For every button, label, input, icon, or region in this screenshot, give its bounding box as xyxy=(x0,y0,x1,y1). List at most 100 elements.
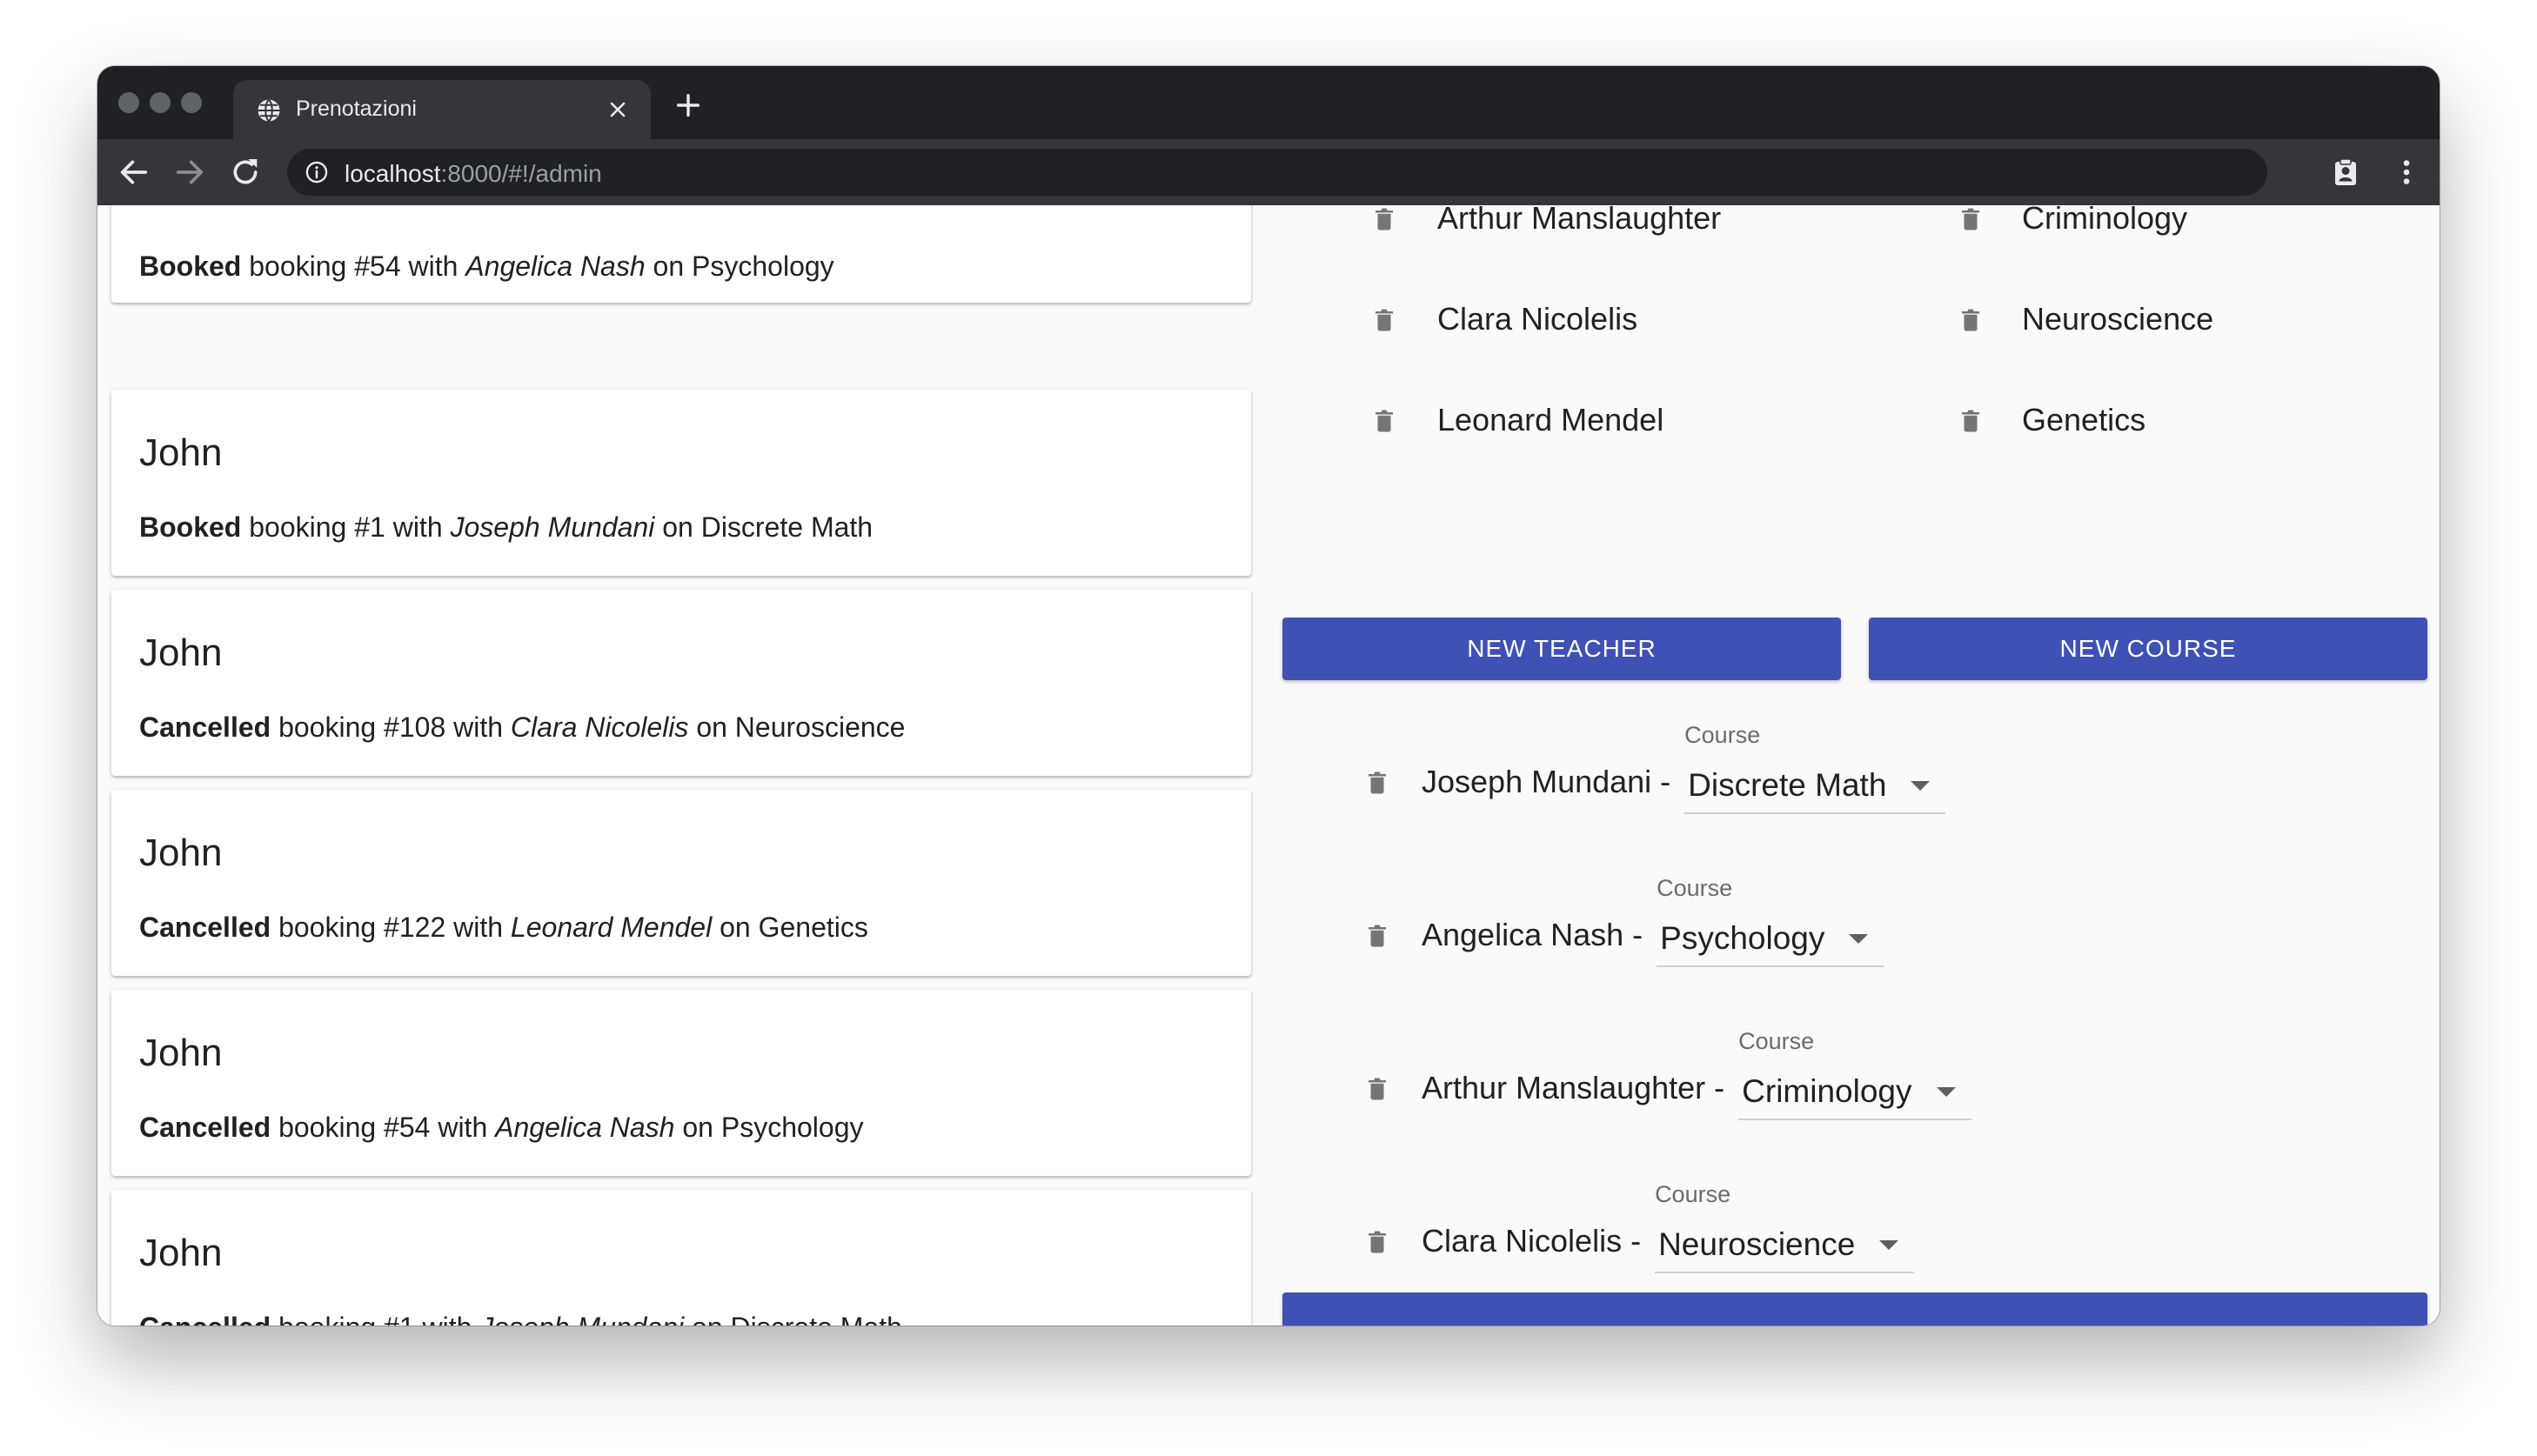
booking-teacher: Joseph Mundani xyxy=(479,1312,684,1326)
course-select-value: Discrete Math xyxy=(1688,767,1887,803)
card-booking-line: Booked booking #1 with Joseph Mundani on… xyxy=(139,511,873,544)
delete-teacher-trash-icon[interactable] xyxy=(1371,304,1397,336)
booking-teacher: Angelica Nash xyxy=(495,1112,675,1143)
url-text: localhost:8000/#!/admin xyxy=(345,160,602,188)
site-info-icon[interactable] xyxy=(305,160,329,184)
booking-teacher: Angelica Nash xyxy=(465,250,646,282)
booking-card: John Cancelled booking #122 with Leonard… xyxy=(111,790,1251,976)
booking-course: Psychology xyxy=(692,250,834,282)
reload-icon[interactable] xyxy=(228,155,263,190)
assignment-teacher-name: Arthur Manslaughter - xyxy=(1422,1070,1725,1105)
confirm-button[interactable]: CONFIRM xyxy=(1282,1292,2427,1326)
delete-course-trash-icon[interactable] xyxy=(1958,304,1984,336)
browser-tab-active[interactable]: Prenotazioni xyxy=(233,80,651,139)
booking-on-text: on xyxy=(645,250,693,282)
delete-teacher-trash-icon[interactable] xyxy=(1371,405,1397,437)
card-booking-line: Cancelled booking #1 with Joseph Mundani… xyxy=(139,1312,902,1326)
delete-assignment-trash-icon[interactable] xyxy=(1364,1073,1390,1105)
url-host: localhost xyxy=(345,160,441,187)
delete-assignment-trash-icon[interactable] xyxy=(1364,920,1390,952)
delete-teacher-trash-icon[interactable] xyxy=(1371,205,1397,235)
booking-course: Discrete Math xyxy=(731,1312,902,1326)
booking-text: booking #1 with xyxy=(271,1312,479,1326)
course-select-label: Course xyxy=(1657,875,1733,901)
new-tab-icon[interactable] xyxy=(673,90,703,120)
teacher-list-item: Leonard Mendel xyxy=(1437,402,1664,437)
delete-assignment-trash-icon[interactable] xyxy=(1364,767,1390,798)
course-select-field[interactable]: Discrete Math xyxy=(1684,767,1946,814)
course-select-field[interactable]: Criminology xyxy=(1738,1073,1971,1120)
booking-teacher: Joseph Mundani xyxy=(450,511,655,543)
booking-status: Booked xyxy=(139,250,242,282)
assignment-teacher-name: Angelica Nash - xyxy=(1422,917,1643,952)
card-user-name: John xyxy=(139,431,223,474)
card-booking-line: Cancelled booking #108 with Clara Nicole… xyxy=(139,711,905,744)
booking-course: Discrete Math xyxy=(700,511,874,543)
assignment-teacher-name: Clara Nicolelis - xyxy=(1422,1223,1642,1259)
course-select[interactable]: Course Criminology xyxy=(1738,1028,1971,1120)
teacher-list-item: Arthur Manslaughter xyxy=(1437,205,1722,236)
window-zoom-dot[interactable] xyxy=(181,92,202,113)
booking-on-text: on xyxy=(674,1112,721,1143)
booking-text: booking #108 with xyxy=(271,711,511,743)
assignment-row: Arthur Manslaughter - Course Criminology xyxy=(1309,1028,2353,1127)
new-course-button[interactable]: NEW COURSE xyxy=(1869,618,2427,680)
assignment-row: Joseph Mundani - Course Discrete Math xyxy=(1309,722,2353,821)
booking-status: Cancelled xyxy=(139,711,271,743)
tab-title: Prenotazioni xyxy=(296,97,417,121)
window-minimize-dot[interactable] xyxy=(150,92,171,113)
dropdown-arrow-icon[interactable] xyxy=(1911,780,1931,791)
course-select[interactable]: Course Neuroscience xyxy=(1655,1181,1915,1273)
delete-assignment-trash-icon[interactable] xyxy=(1364,1226,1390,1258)
course-select-label: Course xyxy=(1684,722,1761,748)
booking-card: John Cancelled booking #1 with Joseph Mu… xyxy=(111,1190,1251,1326)
booking-course: Neuroscience xyxy=(734,711,906,743)
booking-status: Cancelled xyxy=(139,1112,271,1143)
window-close-dot[interactable] xyxy=(118,92,139,113)
close-tab-icon[interactable] xyxy=(606,97,630,122)
course-select-label: Course xyxy=(1738,1028,1815,1054)
new-teacher-button[interactable]: NEW TEACHER xyxy=(1282,618,1841,680)
course-select-value: Psychology xyxy=(1660,920,1825,956)
booking-teacher: Leonard Mendel xyxy=(510,912,713,943)
forward-arrow-icon[interactable] xyxy=(172,155,207,190)
booking-status: Cancelled xyxy=(139,1312,271,1326)
course-list-item: Criminology xyxy=(2022,205,2188,236)
more-vert-icon[interactable] xyxy=(2391,157,2422,188)
course-select-field[interactable]: Neuroscience xyxy=(1655,1226,1915,1273)
browser-window: Prenotazioni localhost:8000/#!/admin Boo… xyxy=(97,66,2440,1326)
assignment-content: Angelica Nash - Course Psychology xyxy=(1422,875,1884,967)
card-user-name: John xyxy=(139,631,223,674)
card-booking-line: Booked booking #54 with Angelica Nash on… xyxy=(139,250,834,283)
tab-bar: Prenotazioni xyxy=(97,66,2440,139)
course-select-label: Course xyxy=(1655,1181,1731,1207)
booking-text: booking #122 with xyxy=(271,912,511,943)
clipboard-badge-icon[interactable] xyxy=(2330,157,2361,188)
booking-on-text: on xyxy=(712,912,759,943)
address-bar[interactable]: localhost:8000/#!/admin xyxy=(287,149,2267,196)
back-arrow-icon[interactable] xyxy=(117,155,151,190)
booking-course: Psychology xyxy=(720,1112,864,1143)
booking-teacher: Clara Nicolelis xyxy=(510,711,689,743)
dropdown-arrow-icon[interactable] xyxy=(1879,1239,1899,1250)
dropdown-arrow-icon[interactable] xyxy=(1936,1086,1956,1097)
delete-course-trash-icon[interactable] xyxy=(1958,405,1984,437)
course-select[interactable]: Course Discrete Math xyxy=(1684,722,1946,814)
delete-course-trash-icon[interactable] xyxy=(1958,205,1984,235)
assignment-content: Arthur Manslaughter - Course Criminology xyxy=(1422,1028,1971,1120)
card-user-name: John xyxy=(139,205,222,214)
booking-card: John Booked booking #1 with Joseph Munda… xyxy=(111,390,1251,576)
admin-page: John Booked booking #54 with Angelica Na… xyxy=(97,205,2440,1326)
booking-on-text: on xyxy=(654,511,701,543)
course-select[interactable]: Course Psychology xyxy=(1657,875,1884,967)
dropdown-arrow-icon[interactable] xyxy=(1849,933,1869,944)
booking-card: John Booked booking #54 with Angelica Na… xyxy=(111,205,1251,303)
card-user-name: John xyxy=(139,832,223,874)
booking-text: booking #54 with xyxy=(241,250,466,282)
card-booking-line: Cancelled booking #122 with Leonard Mend… xyxy=(139,912,868,944)
course-select-field[interactable]: Psychology xyxy=(1657,920,1884,967)
booking-card: John Cancelled booking #108 with Clara N… xyxy=(111,590,1251,776)
course-list-item: Neuroscience xyxy=(2022,301,2214,337)
booking-card: John Cancelled booking #54 with Angelica… xyxy=(111,990,1251,1176)
booking-status: Cancelled xyxy=(139,912,271,943)
